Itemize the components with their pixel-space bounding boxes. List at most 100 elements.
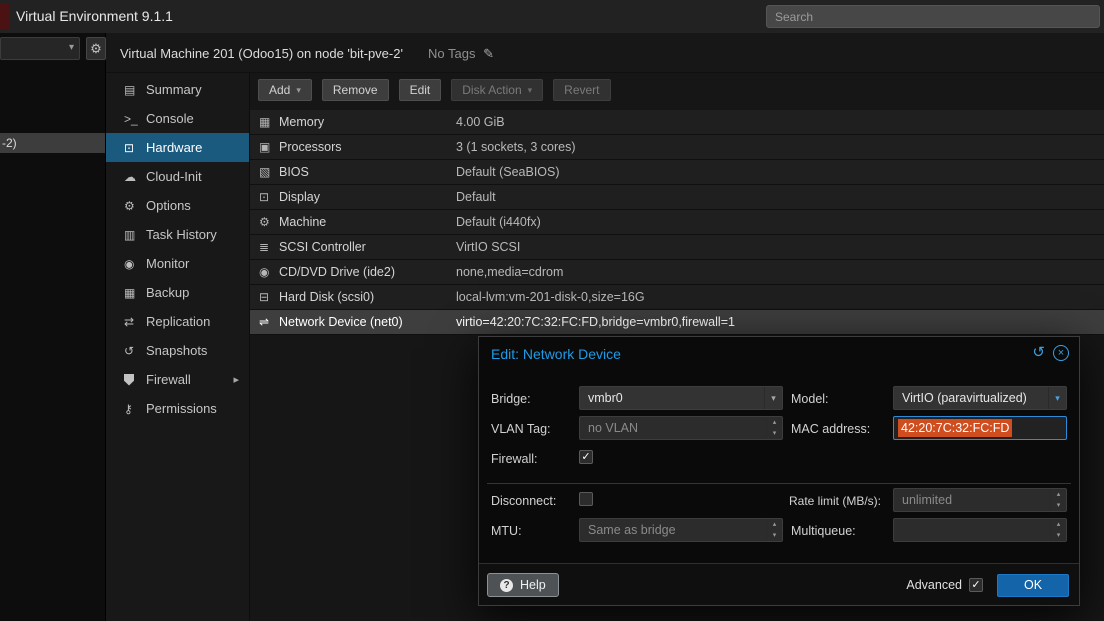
summary-icon: ▤	[124, 83, 146, 97]
sidebar-item-snapshots[interactable]: ↺ Snapshots	[106, 336, 249, 365]
model-label: Model:	[791, 392, 829, 406]
mac-address-input[interactable]: 42:20:7C:32:FC:FD	[893, 416, 1067, 440]
hw-label: BIOS	[279, 165, 456, 179]
mtu-value: Same as bridge	[580, 523, 766, 537]
proxmox-app: Virtual Environment 9.1.1 ▾ ⚙ -2) Virtua…	[0, 0, 1104, 621]
disconnect-label: Disconnect:	[491, 494, 556, 508]
sidebar-item-replication[interactable]: ⇄ Replication	[106, 307, 249, 336]
sidebar-item-label: Task History	[146, 227, 217, 242]
hw-label: Machine	[279, 215, 456, 229]
tags-label: No Tags	[428, 46, 475, 61]
hw-row-display[interactable]: ⊡ Display Default	[250, 185, 1104, 210]
reset-icon[interactable]: ↺	[1032, 345, 1045, 361]
sidebar-item-backup[interactable]: ▦ Backup	[106, 278, 249, 307]
close-icon[interactable]: ×	[1053, 345, 1069, 361]
network-icon: ⇌	[259, 315, 279, 329]
sidebar-item-label: Hardware	[146, 140, 202, 155]
advanced-label: Advanced	[906, 578, 962, 592]
hw-label: Hard Disk (scsi0)	[279, 290, 456, 304]
edit-tags-icon: ✎	[483, 46, 494, 61]
view-selector[interactable]: ▾	[0, 37, 80, 60]
sidebar-item-label: Summary	[146, 82, 202, 97]
vm-title: Virtual Machine 201 (Odoo15) on node 'bi…	[120, 46, 403, 61]
hw-value: none,media=cdrom	[456, 265, 563, 279]
hw-row-hard-disk[interactable]: ⊟ Hard Disk (scsi0) local-lvm:vm-201-dis…	[250, 285, 1104, 310]
spinner-arrows[interactable]: ▴▾	[1050, 489, 1066, 511]
gears-icon: ⚙	[259, 215, 279, 229]
add-button[interactable]: Add ▾	[258, 79, 312, 101]
advanced-checkbox[interactable]	[969, 578, 983, 592]
vm-nav-menu: ▤ Summary >_ Console ⊡ Hardware ☁ Cloud-…	[106, 73, 250, 621]
hw-value: VirtIO SCSI	[456, 240, 520, 254]
mac-selected-text: 42:20:7C:32:FC:FD	[898, 419, 1012, 437]
sidebar-item-label: Cloud-Init	[146, 169, 202, 184]
hw-label: SCSI Controller	[279, 240, 456, 254]
list-icon: ▥	[124, 228, 146, 242]
spin-down-icon: ▾	[1051, 500, 1066, 511]
dialog-title: Edit: Network Device	[491, 346, 621, 362]
dialog-tools: ↺ ×	[1032, 345, 1069, 361]
hw-row-machine[interactable]: ⚙ Machine Default (i440fx)	[250, 210, 1104, 235]
app-title: Virtual Environment 9.1.1	[16, 8, 173, 24]
vlan-tag-label: VLAN Tag:	[491, 422, 551, 436]
sidebar-item-console[interactable]: >_ Console	[106, 104, 249, 133]
multiqueue-spinner[interactable]: ▴▾	[893, 518, 1067, 542]
button-label: Revert	[564, 83, 599, 97]
sidebar-item-monitor[interactable]: ◉ Monitor	[106, 249, 249, 278]
disconnect-checkbox[interactable]	[579, 492, 593, 506]
hw-label: Network Device (net0)	[279, 315, 456, 329]
revert-button[interactable]: Revert	[553, 79, 610, 101]
model-value: VirtIO (paravirtualized)	[894, 391, 1048, 405]
disk-action-button[interactable]: Disk Action ▾	[451, 79, 543, 101]
multiqueue-label: Multiqueue:	[791, 524, 856, 538]
rate-limit-spinner[interactable]: unlimited ▴▾	[893, 488, 1067, 512]
hardware-toolbar: Add ▾ Remove Edit Disk Action ▾ Revert	[258, 79, 611, 101]
button-label: Edit	[410, 83, 431, 97]
sidebar-item-label: Options	[146, 198, 191, 213]
hw-row-processors[interactable]: ▣ Processors 3 (1 sockets, 3 cores)	[250, 135, 1104, 160]
advanced-toggle[interactable]: Advanced	[906, 578, 983, 592]
vlan-tag-spinner[interactable]: no VLAN ▴▾	[579, 416, 783, 440]
bridge-value: vmbr0	[580, 391, 764, 405]
button-label: Add	[269, 83, 290, 97]
hw-value: 3 (1 sockets, 3 cores)	[456, 140, 576, 154]
firewall-checkbox[interactable]	[579, 450, 593, 464]
terminal-icon: >_	[124, 112, 146, 126]
hw-row-memory[interactable]: ▦ Memory 4.00 GiB	[250, 110, 1104, 135]
spinner-arrows[interactable]: ▴▾	[766, 417, 782, 439]
search-input[interactable]	[766, 5, 1100, 28]
tree-node-label: -2)	[2, 136, 17, 150]
mtu-label: MTU:	[491, 524, 522, 538]
remove-button[interactable]: Remove	[322, 79, 389, 101]
model-select[interactable]: VirtIO (paravirtualized) ▾	[893, 386, 1067, 410]
mac-address-label: MAC address:	[791, 422, 870, 436]
hw-row-bios[interactable]: ▧ BIOS Default (SeaBIOS)	[250, 160, 1104, 185]
sidebar-item-permissions[interactable]: ⚷ Permissions	[106, 394, 249, 423]
tree-selected-node[interactable]: -2)	[0, 133, 105, 153]
tags-control[interactable]: No Tags ✎	[428, 46, 494, 62]
spinner-arrows[interactable]: ▴▾	[766, 519, 782, 541]
hw-row-network-device[interactable]: ⇌ Network Device (net0) virtio=42:20:7C:…	[250, 310, 1104, 335]
spin-up-icon: ▴	[1051, 489, 1066, 500]
chevron-down-icon: ▾	[1048, 387, 1066, 409]
sidebar-item-firewall[interactable]: Firewall ▸	[106, 365, 249, 394]
sidebar-item-summary[interactable]: ▤ Summary	[106, 75, 249, 104]
hw-row-cdrom[interactable]: ◉ CD/DVD Drive (ide2) none,media=cdrom	[250, 260, 1104, 285]
mtu-spinner[interactable]: Same as bridge ▴▾	[579, 518, 783, 542]
chevron-down-icon: ▾	[528, 85, 533, 96]
sidebar-item-cloud-init[interactable]: ☁ Cloud-Init	[106, 162, 249, 191]
sidebar-item-hardware[interactable]: ⊡ Hardware	[106, 133, 249, 162]
sidebar-item-label: Monitor	[146, 256, 189, 271]
sidebar-item-options[interactable]: ⚙ Options	[106, 191, 249, 220]
bridge-select[interactable]: vmbr0 ▾	[579, 386, 783, 410]
help-button[interactable]: ? Help	[487, 573, 559, 597]
proxmox-logo	[0, 4, 9, 29]
tree-settings-button[interactable]: ⚙	[86, 37, 106, 60]
ok-button[interactable]: OK	[997, 574, 1069, 597]
hw-value: virtio=42:20:7C:32:FC:FD,bridge=vmbr0,fi…	[456, 315, 735, 329]
spinner-arrows[interactable]: ▴▾	[1050, 519, 1066, 541]
sidebar-item-task-history[interactable]: ▥ Task History	[106, 220, 249, 249]
cpu-icon: ▣	[259, 140, 279, 154]
hw-row-scsi-controller[interactable]: ≣ SCSI Controller VirtIO SCSI	[250, 235, 1104, 260]
edit-button[interactable]: Edit	[399, 79, 442, 101]
